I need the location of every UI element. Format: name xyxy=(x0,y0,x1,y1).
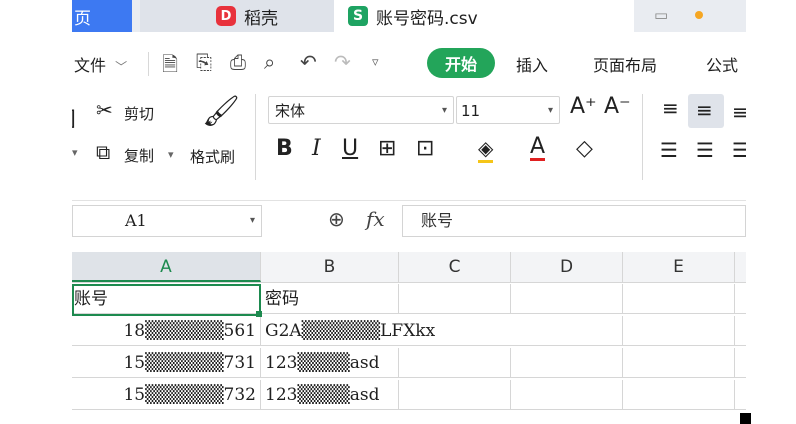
chevron-down-icon: ▾ xyxy=(441,105,447,116)
cell-e3[interactable] xyxy=(623,348,735,377)
column-header-d[interactable]: D xyxy=(511,252,623,282)
italic-icon[interactable]: I xyxy=(312,136,321,161)
print-icon[interactable]: ⎙ xyxy=(230,50,246,74)
scissors-icon[interactable]: ✂ xyxy=(96,98,113,122)
cell-reference: A1 xyxy=(125,211,147,230)
cell-a3[interactable]: 15▒▒▒▒▒▒731 xyxy=(72,348,261,377)
tab-bar: D 稻壳 页 S 账号密码.csv ▭ xyxy=(72,0,746,32)
cell-a4[interactable]: 15▒▒▒▒▒▒732 xyxy=(72,380,261,409)
cell-e1[interactable] xyxy=(623,284,735,313)
ribbon: ] ✂ 剪切 ▾ ⧉ 复制 ▾ 🖌 格式刷 宋体 ▾ 11 ▾ A⁺ A⁻ B … xyxy=(72,88,746,188)
cell-e4[interactable] xyxy=(623,380,735,409)
table-row: 15▒▒▒▒▒▒731 123▒▒▒▒asd xyxy=(72,348,746,378)
copy-icon[interactable]: ⧉ xyxy=(96,140,110,164)
cell-d4[interactable] xyxy=(511,380,623,409)
column-header-b[interactable]: B xyxy=(261,252,399,282)
align-center-icon[interactable]: ☰ xyxy=(696,138,714,162)
print-preview-icon[interactable]: ⌕ xyxy=(264,50,275,74)
cell-a2[interactable]: 18▒▒▒▒▒▒561 xyxy=(72,316,261,345)
font-size-select[interactable]: 11 ▾ xyxy=(456,96,560,124)
formula-input[interactable]: 账号 xyxy=(402,205,746,237)
zoom-search-icon[interactable]: ⊕ xyxy=(328,207,345,231)
tab-page-layout[interactable]: 页面布局 xyxy=(593,52,657,76)
underline-icon[interactable]: U xyxy=(342,136,358,161)
cell-b2[interactable]: G2A▒▒▒▒▒▒LFXkx xyxy=(261,316,511,345)
save-icon[interactable]: 🗎 xyxy=(162,50,178,84)
cell-d1[interactable] xyxy=(511,284,623,313)
format-painter-icon[interactable]: 🖌 xyxy=(202,94,240,129)
divider xyxy=(255,94,256,180)
fill-color-icon[interactable]: ◈ xyxy=(478,136,494,163)
menu-file-label: 文件 xyxy=(74,56,107,75)
tab-home[interactable]: 页 xyxy=(72,0,132,32)
divider xyxy=(642,94,643,180)
tab-daoke-label: 稻壳 xyxy=(244,8,278,29)
cell-d2[interactable] xyxy=(511,316,623,345)
formula-bar: A1 ▾ ⊕ fx 账号 xyxy=(72,200,746,241)
decrease-font-icon[interactable]: A⁻ xyxy=(604,94,631,119)
align-bottom-icon[interactable]: ≡ xyxy=(732,100,746,124)
increase-font-icon[interactable]: A⁺ xyxy=(570,94,597,119)
tab-insert[interactable]: 插入 xyxy=(516,52,548,76)
align-left-icon[interactable]: ☰ xyxy=(660,138,678,162)
redo-icon[interactable]: ↷ xyxy=(334,50,351,74)
bold-icon[interactable]: B xyxy=(276,136,293,161)
cell-c4[interactable] xyxy=(399,380,511,409)
spreadsheet-app: D 稻壳 页 S 账号密码.csv ▭ 文件 ﹀ 🗎 ⎘ ⎙ ⌕ ↶ ↷ ▿ 开… xyxy=(72,0,746,424)
paste-dropdown-icon[interactable]: ▾ xyxy=(72,146,78,159)
border-icon[interactable]: ⊞ xyxy=(378,136,396,161)
column-header-f[interactable] xyxy=(735,252,746,282)
chevron-down-icon: ▾ xyxy=(547,105,553,116)
cell-c3[interactable] xyxy=(399,348,511,377)
tab-formula[interactable]: 公式 xyxy=(706,52,738,76)
tab-file[interactable]: S 账号密码.csv xyxy=(334,0,634,32)
font-name-select[interactable]: 宋体 ▾ xyxy=(268,96,454,124)
daoke-logo-icon: D xyxy=(216,6,236,26)
tab-file-label: 账号密码.csv xyxy=(376,8,478,29)
notification-dot-icon xyxy=(695,11,703,19)
copy-dropdown-icon[interactable]: ▾ xyxy=(168,148,174,161)
monitor-icon[interactable]: ▭ xyxy=(654,6,668,24)
cell-e2[interactable] xyxy=(623,316,735,345)
cut-button[interactable]: 剪切 xyxy=(124,103,154,124)
corner-marker xyxy=(740,413,751,424)
chevron-down-icon: ▾ xyxy=(249,215,255,226)
active-cell-outline xyxy=(72,284,261,316)
cell-d3[interactable] xyxy=(511,348,623,377)
name-box[interactable]: A1 ▾ xyxy=(72,205,262,237)
format-painter-button[interactable]: 格式刷 xyxy=(190,146,235,167)
fill-handle[interactable] xyxy=(256,311,262,317)
spreadsheet-logo-icon: S xyxy=(348,6,368,26)
paste-icon[interactable]: ] xyxy=(72,106,76,130)
column-header-c[interactable]: C xyxy=(399,252,511,282)
fx-icon[interactable]: fx xyxy=(366,207,385,231)
cell-b1[interactable]: 密码 xyxy=(261,284,399,313)
font-color-icon[interactable]: A xyxy=(530,136,546,161)
table-row: 15▒▒▒▒▒▒732 123▒▒▒▒asd xyxy=(72,380,746,410)
copy-button[interactable]: 复制 xyxy=(124,145,154,166)
cell-c1[interactable] xyxy=(399,284,511,313)
column-header-e[interactable]: E xyxy=(623,252,735,282)
align-right-icon[interactable]: ☰ xyxy=(732,138,746,162)
eraser-icon[interactable]: ◇ xyxy=(576,136,593,161)
tab-home-label: 页 xyxy=(74,8,91,29)
tab-start[interactable]: 开始 xyxy=(427,48,495,78)
column-header-a[interactable]: A xyxy=(72,252,261,282)
cell-b3[interactable]: 123▒▒▒▒asd xyxy=(261,348,399,377)
export-icon[interactable]: ⎘ xyxy=(196,50,212,74)
column-header-row: A B C D E xyxy=(72,252,746,283)
divider xyxy=(148,52,149,76)
menu-bar: 文件 ﹀ 🗎 ⎘ ⎙ ⌕ ↶ ↷ ▿ 开始 插入 页面布局 公式 xyxy=(72,44,746,84)
menu-file[interactable]: 文件 ﹀ xyxy=(74,52,127,76)
table-row: 18▒▒▒▒▒▒561 G2A▒▒▒▒▒▒LFXkx xyxy=(72,316,746,346)
cell-style-icon[interactable]: ⊡ xyxy=(416,136,434,161)
align-top-icon[interactable]: ≡ xyxy=(662,96,679,120)
font-size-value: 11 xyxy=(461,102,481,120)
font-name-value: 宋体 xyxy=(275,102,306,120)
chevron-down-icon: ﹀ xyxy=(115,60,128,74)
cell-b4[interactable]: 123▒▒▒▒asd xyxy=(261,380,399,409)
customize-dropdown-icon[interactable]: ▿ xyxy=(372,55,379,70)
undo-icon[interactable]: ↶ xyxy=(300,50,317,74)
align-middle-icon[interactable]: ≡ xyxy=(696,98,713,122)
